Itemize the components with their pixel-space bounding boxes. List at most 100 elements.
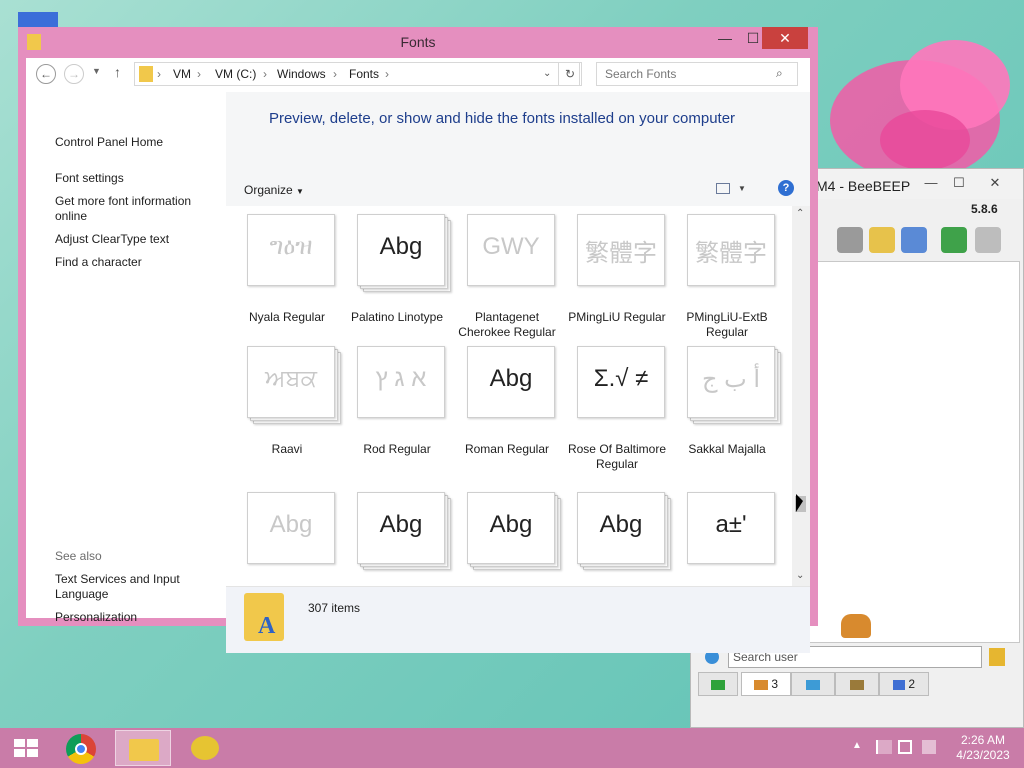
font-sample: ਅਬਕ [265, 365, 317, 392]
scroll-up-chevron-icon[interactable]: ⌃ [796, 208, 804, 219]
chrome-icon [66, 734, 96, 764]
font-sample: GWY [482, 233, 540, 260]
more-font-info-link[interactable]: Get more font information online [55, 194, 215, 224]
breadcrumb-vm[interactable]: VM [173, 67, 191, 81]
font-thumbnail: Σ.√ ≠ [577, 346, 671, 424]
search-icon: ⌕ [776, 66, 783, 80]
breadcrumb-separator-icon: › [263, 67, 267, 81]
font-thumbnail: Abg [357, 492, 451, 570]
font-thumbnail: أ ب ج [687, 346, 781, 424]
font-page: ግዕዝ [247, 214, 335, 286]
trash-icon[interactable] [975, 227, 1001, 253]
fonts-folder-icon: A [244, 593, 284, 641]
volume-muted-icon[interactable] [922, 740, 936, 754]
tab-groups[interactable] [835, 672, 879, 696]
edit-icon[interactable] [869, 227, 895, 253]
clock[interactable]: 2:26 AM 4/23/2023 [948, 733, 1018, 763]
mouse-cursor-icon [796, 494, 803, 512]
network-icon[interactable] [898, 740, 912, 754]
chat-icon [806, 679, 820, 690]
breadcrumb-separator-icon: › [385, 67, 389, 81]
font-thumbnail: Abg [247, 492, 341, 570]
file-explorer-taskbar-button[interactable] [115, 730, 171, 766]
refresh-icon[interactable]: ↻ [558, 62, 582, 86]
control-panel-home-link[interactable]: Control Panel Home [55, 135, 215, 150]
recent-locations-chevron-icon[interactable]: ▼ [92, 66, 101, 76]
message-icon[interactable] [837, 227, 863, 253]
font-sample: א ג ץ [375, 365, 427, 392]
upload-icon[interactable] [941, 227, 967, 253]
group-icon [850, 679, 864, 690]
tab-users-count: 3 [771, 677, 779, 691]
font-grid[interactable]: ግዕዝ Nyala Regular Abg Palatino Linotype GWY P… [226, 206, 792, 586]
view-chevron-down-icon[interactable]: ▼ [738, 184, 746, 193]
font-sample: 繁體字 [695, 240, 767, 267]
chevron-down-icon: ▼ [296, 187, 304, 196]
tab-chat[interactable] [791, 672, 835, 696]
breadcrumb-drive[interactable]: VM (C:) [215, 67, 256, 81]
organize-button[interactable]: Organize ▼ [244, 183, 304, 197]
clock-time: 2:26 AM [960, 733, 1006, 747]
font-sample: Abg [269, 511, 313, 538]
text-services-link[interactable]: Text Services and Input Language [55, 572, 215, 602]
clear-broom-icon[interactable] [989, 648, 1005, 666]
tab-users[interactable]: 3 [741, 672, 791, 696]
details-pane: A 307 items [226, 586, 810, 653]
font-a-icon: A [258, 613, 276, 639]
font-thumbnail: א ג ץ [357, 346, 451, 424]
close-button[interactable]: ✕ [762, 27, 808, 49]
scroll-down-chevron-icon[interactable]: ⌄ [796, 570, 804, 581]
breadcrumb-windows[interactable]: Windows [277, 67, 326, 81]
font-page: a±ʹ [687, 492, 775, 564]
forward-button[interactable]: → [64, 64, 84, 84]
beebeep-minimize-button[interactable]: — [917, 173, 945, 193]
page-heading: Preview, delete, or show and hide the fo… [268, 110, 736, 127]
minimize-button[interactable]: — [712, 27, 738, 49]
beebeep-taskbar-button[interactable] [177, 730, 233, 766]
font-page: Σ.√ ≠ [577, 346, 665, 418]
share-icon [892, 679, 905, 690]
font-page: ਅਬਕ [247, 346, 335, 418]
font-sample: Abg [599, 511, 643, 538]
fonts-titlebar[interactable]: Fonts — ☐ ✕ [18, 27, 818, 57]
back-button[interactable]: ← [36, 64, 56, 84]
tools-icon[interactable] [901, 227, 927, 253]
font-thumbnail: ግዕዝ [247, 214, 341, 292]
help-button[interactable]: ? [778, 180, 794, 196]
action-center-flag-icon[interactable] [876, 740, 892, 754]
font-thumbnail: 繁體字 [687, 214, 781, 292]
adjust-cleartype-link[interactable]: Adjust ClearType text [55, 232, 215, 247]
desktop-icon[interactable] [18, 12, 58, 28]
start-button[interactable] [0, 730, 56, 766]
fonts-window: Fonts — ☐ ✕ ← → ▼ ↑ › VM › VM (C:) › Win… [18, 27, 818, 653]
personalization-link[interactable]: Personalization [55, 610, 215, 625]
chrome-taskbar-button[interactable] [54, 730, 110, 766]
bee-icon [191, 736, 219, 760]
tab-share[interactable]: 2 [879, 672, 929, 696]
computer-icon [711, 679, 725, 690]
search-fonts-input[interactable]: Search Fonts [596, 62, 798, 86]
beebeep-close-button[interactable]: ✕ [981, 173, 1009, 193]
font-page: א ג ץ [357, 346, 445, 418]
font-thumbnail: Abg [577, 492, 671, 570]
window-title: Fonts [400, 34, 436, 50]
breadcrumb[interactable]: › VM › VM (C:) › Windows › Fonts › ⌄ [134, 62, 580, 86]
up-arrow-icon[interactable]: ↑ [114, 64, 121, 80]
font-sample: Σ.√ ≠ [593, 365, 649, 392]
show-hidden-icons-chevron-icon[interactable]: ▲ [852, 740, 862, 751]
fonts-location-icon [139, 66, 153, 82]
vertical-scrollbar[interactable]: ⌃ ⌄ [792, 206, 810, 586]
view-options-icon[interactable] [716, 183, 730, 194]
address-dropdown-chevron-icon[interactable]: ⌄ [543, 68, 551, 79]
breadcrumb-fonts[interactable]: Fonts [349, 67, 379, 81]
font-page: Abg [577, 492, 665, 564]
font-name: Raavi [271, 442, 303, 456]
find-character-link[interactable]: Find a character [55, 255, 215, 270]
font-thumbnail: Abg [467, 346, 561, 424]
tab-computer[interactable] [698, 672, 738, 696]
font-sample: ግዕዝ [269, 233, 313, 260]
beebeep-maximize-button[interactable]: ☐ [945, 173, 973, 193]
font-page: Abg [247, 492, 335, 564]
font-page: 繁體字 [687, 214, 775, 286]
font-settings-link[interactable]: Font settings [55, 171, 215, 186]
